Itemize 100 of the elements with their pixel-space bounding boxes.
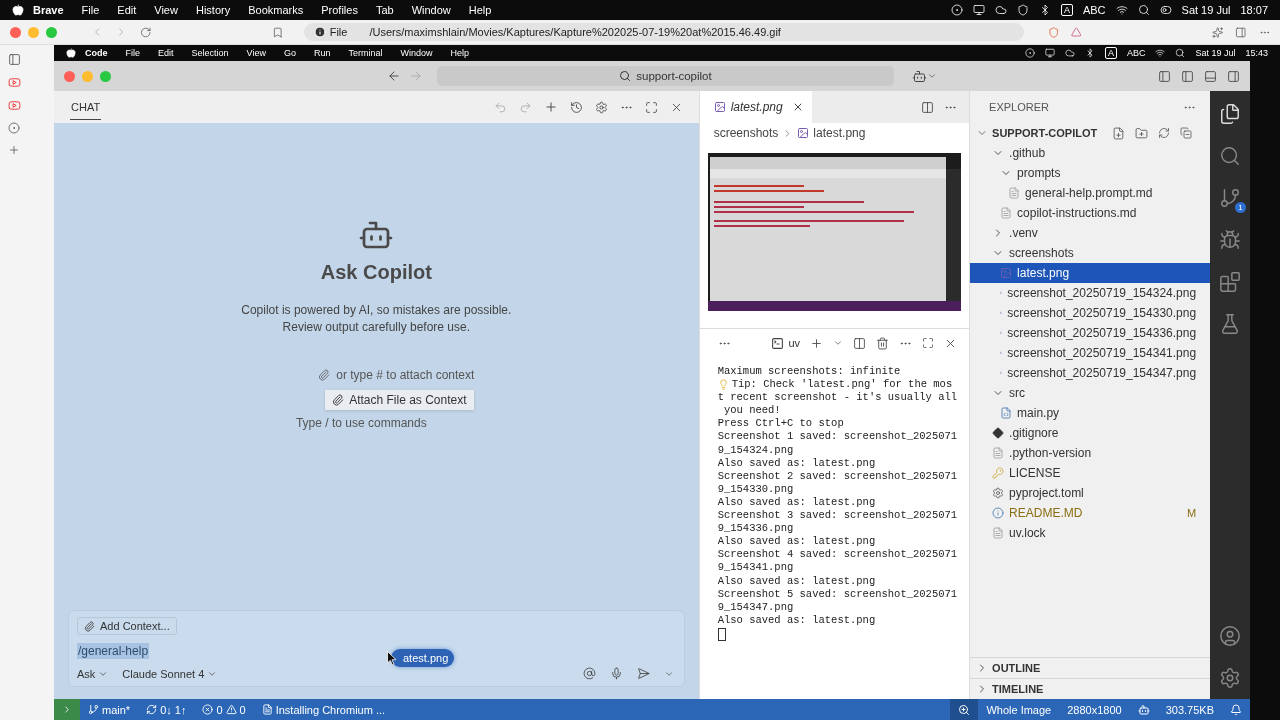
cloud-icon[interactable] <box>994 4 1007 16</box>
menu-item[interactable]: Window <box>391 48 442 58</box>
breadcrumb-item[interactable]: latest.png <box>813 126 866 140</box>
panel-icon[interactable] <box>1204 69 1217 83</box>
search-icon[interactable] <box>1137 4 1150 16</box>
microphone-icon[interactable] <box>609 667 623 680</box>
record-icon[interactable] <box>1024 48 1035 58</box>
history-icon[interactable] <box>569 100 583 114</box>
search-icon[interactable] <box>1175 48 1186 58</box>
file-tree-item[interactable]: LICENSE <box>970 463 1211 483</box>
zoom-button[interactable] <box>950 699 979 720</box>
menu-item[interactable]: Bookmarks <box>239 4 313 16</box>
layout-icon[interactable] <box>1158 69 1171 83</box>
split-terminal-icon[interactable] <box>853 336 867 350</box>
wifi-icon[interactable] <box>1115 4 1128 16</box>
sidebar-icon[interactable] <box>8 53 21 66</box>
menu-item[interactable]: Selection <box>182 48 238 58</box>
apple-icon[interactable] <box>12 4 24 16</box>
reload-icon[interactable] <box>139 25 152 39</box>
sparkle-icon[interactable] <box>1211 25 1224 39</box>
workspace-name[interactable]: SUPPORT-COPILOT <box>992 127 1098 139</box>
triangle-icon[interactable] <box>1071 26 1082 38</box>
split-editor-icon[interactable] <box>921 100 935 114</box>
sidebar-icon[interactable] <box>1227 69 1240 83</box>
menu-item[interactable]: Tab <box>366 4 403 16</box>
copilot-icon[interactable] <box>912 68 927 84</box>
display-icon[interactable] <box>1044 48 1055 58</box>
video-icon[interactable] <box>8 99 21 112</box>
app-menu[interactable]: Code <box>76 48 117 58</box>
maximize-icon[interactable] <box>922 337 935 349</box>
chat-tab[interactable]: CHAT <box>70 94 102 120</box>
video-icon[interactable] <box>8 76 21 89</box>
app-menu[interactable]: Brave <box>24 4 73 16</box>
sync-status[interactable]: 0↓ 1↑ <box>138 699 195 720</box>
run-debug-icon[interactable] <box>1219 229 1242 251</box>
zoom-status[interactable]: Whole Image <box>978 699 1060 720</box>
bookmark-icon[interactable] <box>272 25 284 39</box>
new-file-icon[interactable] <box>1112 126 1126 140</box>
file-tree-item[interactable]: screenshot_20250719_154336.png <box>970 323 1211 343</box>
explorer-icon[interactable] <box>1219 103 1242 125</box>
input-text[interactable]: /general-help <box>77 643 150 659</box>
problems-status[interactable]: 0 0 <box>194 699 254 720</box>
menu-item[interactable]: File <box>72 4 109 16</box>
settings-icon[interactable] <box>1219 667 1242 689</box>
menu-item[interactable]: Edit <box>108 4 146 16</box>
mode-picker[interactable]: Ask <box>77 667 109 680</box>
menu-item[interactable]: History <box>186 4 240 16</box>
collapse-icon[interactable] <box>1180 127 1193 139</box>
caret-icon[interactable] <box>833 338 844 348</box>
file-tree-item[interactable]: pyproject.toml <box>970 483 1211 503</box>
menu-item[interactable]: Help <box>441 48 478 58</box>
model-picker[interactable]: Claude Sonnet 4 <box>122 667 218 680</box>
address-bar[interactable]: File /Users/maximshlain/Movies/Kaptures/Kapture%202025-07-19%20at%2015.46.49.gif <box>303 23 1024 41</box>
record-icon[interactable] <box>950 4 963 16</box>
sidebar-icon[interactable] <box>1235 25 1247 39</box>
sidebar-icon[interactable] <box>1181 69 1194 83</box>
file-tree-item[interactable]: uv.lock <box>970 523 1211 543</box>
display-icon[interactable] <box>972 4 985 16</box>
wifi-icon[interactable] <box>1155 48 1166 58</box>
apple-icon[interactable] <box>66 48 76 58</box>
menu-item[interactable]: Terminal <box>339 48 392 58</box>
caret-icon[interactable] <box>927 71 937 81</box>
trash-icon[interactable] <box>876 336 890 350</box>
file-tree-item[interactable]: latest.png <box>970 263 1211 283</box>
shield-icon[interactable] <box>1016 4 1029 16</box>
menu-item[interactable]: Help <box>459 4 501 16</box>
menu-item[interactable]: View <box>145 4 187 16</box>
task-status[interactable]: Installing Chromium ... <box>253 699 394 720</box>
file-tree-item[interactable]: main.py <box>970 403 1211 423</box>
mention-icon[interactable] <box>582 667 596 680</box>
chat-input[interactable]: Add Context... /general-help Ask Claude Sonnet 4 atest.png <box>68 610 685 687</box>
search-icon[interactable] <box>1219 145 1242 167</box>
file-tree-item[interactable]: general-help.prompt.md <box>970 183 1211 203</box>
maximize-icon[interactable] <box>644 100 658 114</box>
circle-icon[interactable] <box>8 122 20 134</box>
bluetooth-icon[interactable] <box>1084 48 1095 58</box>
file-tree-item[interactable]: .python-version <box>970 443 1211 463</box>
menu-item[interactable]: Window <box>402 4 460 16</box>
menu-item[interactable]: Profiles <box>312 4 367 16</box>
menu-item[interactable]: File <box>116 48 149 58</box>
folder-tree-item[interactable]: .venv <box>970 223 1211 243</box>
info-icon[interactable] <box>313 26 326 38</box>
menu-item[interactable]: Edit <box>149 48 183 58</box>
file-tree-item[interactable]: .gitignore <box>970 423 1211 443</box>
add-context-button[interactable]: Add Context... <box>77 617 177 635</box>
new-terminal-icon[interactable] <box>810 336 824 350</box>
menu-item[interactable]: Run <box>304 48 340 58</box>
new-chat-icon[interactable] <box>543 100 558 114</box>
settings-icon[interactable] <box>594 100 608 114</box>
file-tree-item[interactable]: screenshot_20250719_154330.png <box>970 303 1211 323</box>
menu-item[interactable]: View <box>237 48 275 58</box>
folder-tree-item[interactable]: prompts <box>970 163 1211 183</box>
menu-item[interactable]: Go <box>274 48 305 58</box>
close-window-button[interactable] <box>10 26 21 38</box>
branch-status[interactable]: main* <box>80 699 139 720</box>
terminal-picker[interactable]: uv <box>771 336 801 350</box>
control-center-icon[interactable] <box>1159 4 1172 16</box>
file-tree-item[interactable]: screenshot_20250719_154341.png <box>970 343 1211 363</box>
file-tree-item[interactable]: screenshot_20250719_154347.png <box>970 363 1211 383</box>
folder-tree-item[interactable]: screenshots <box>970 243 1211 263</box>
